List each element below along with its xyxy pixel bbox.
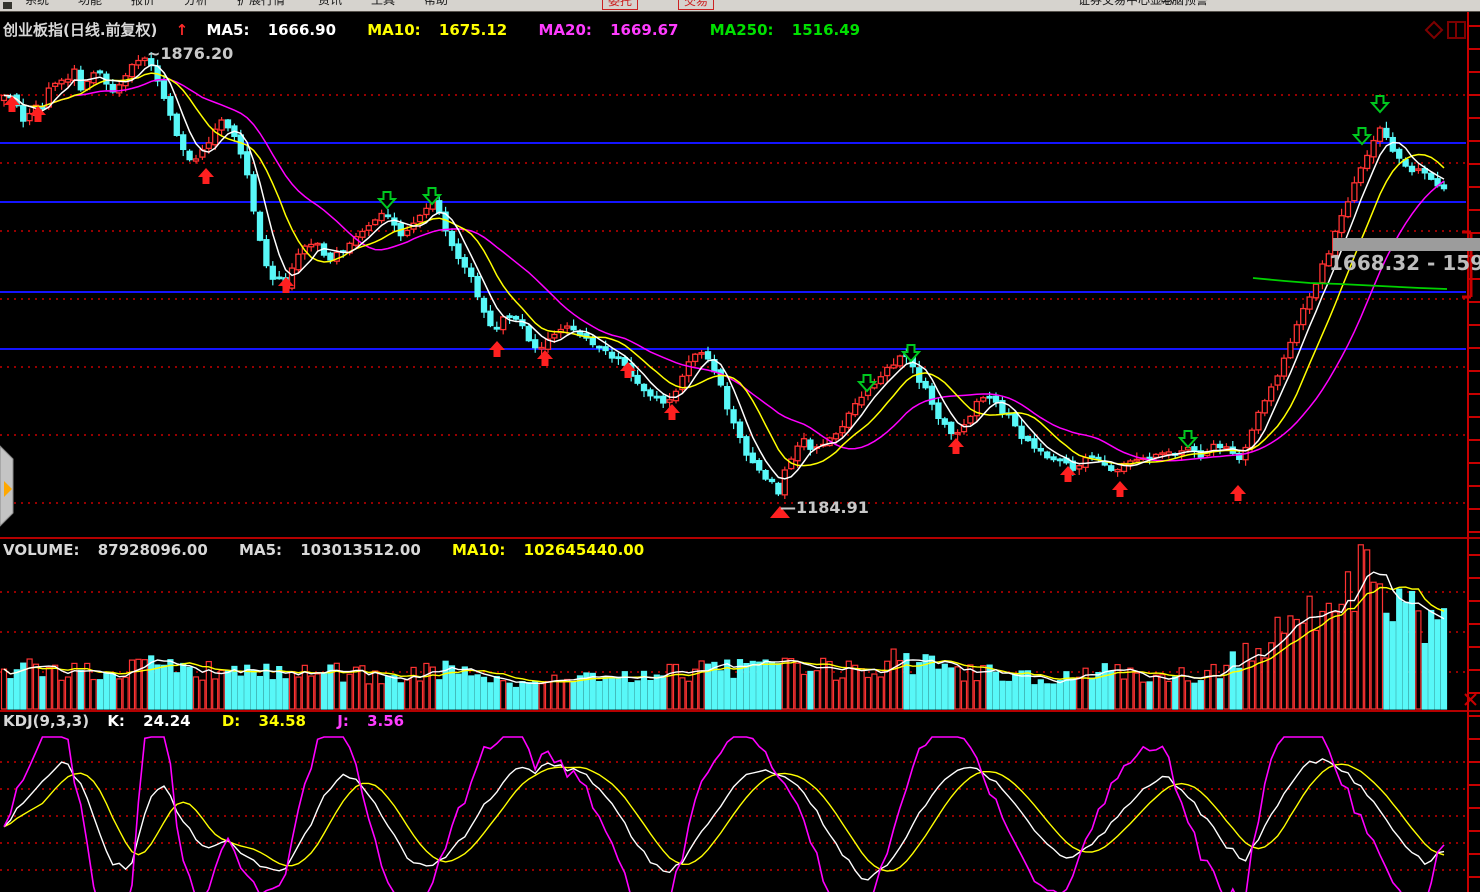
ma20-indicator: MA20: 1669.67 [538, 21, 691, 39]
kdj-k-value: K: 24.24 [107, 712, 203, 730]
app-icon[interactable] [3, 2, 12, 9]
main-chart[interactable] [0, 0, 1480, 892]
diamond-tool-icon[interactable] [1426, 22, 1442, 38]
range-tooltip-bar [1333, 238, 1480, 251]
sell-signal-arrow-icon [1372, 96, 1388, 112]
low-price-label: —1184.91 [780, 498, 869, 517]
menu-item-tools[interactable]: 工具 [371, 0, 395, 7]
menu-item-trade[interactable]: 交易 [678, 0, 714, 10]
kdj-j-value: J: 3.56 [337, 712, 417, 730]
kdj-label: KDJ(9,3,3) [3, 712, 89, 730]
sell-signal-arrow-icon [1354, 128, 1370, 144]
volume-ma10: MA10: 102645440.00 [452, 541, 657, 559]
menu-bar: 系统 功能 报价 分析 扩展行情 资讯 工具 帮助 委托 交易 证券交易中心显示… [0, 0, 1480, 12]
buy-signal-arrow-icon [664, 404, 680, 420]
menu-item-quotes[interactable]: 报价 [131, 0, 155, 7]
volume-ma5: MA5: 103013512.00 [239, 541, 434, 559]
volume-panel-header: VOLUME: 87928096.00 MA5: 103013512.00 MA… [3, 541, 670, 559]
menu-item-entrust[interactable]: 委托 [602, 0, 638, 10]
menu-item-function[interactable]: 功能 [78, 0, 102, 7]
menu-right-text-2: 电脑预警 [1160, 0, 1208, 7]
menu-item-news[interactable]: 资讯 [318, 0, 342, 7]
menu-item-help[interactable]: 帮助 [424, 0, 448, 7]
buy-signal-arrow-icon [1112, 481, 1128, 497]
sell-signal-arrow-icon [1180, 431, 1196, 447]
sell-signal-arrow-icon [903, 345, 919, 361]
stock-title: 创业板指(日线.前复权) [3, 21, 157, 39]
range-tooltip: 1668.32 - 1593.1 [1329, 251, 1480, 275]
volume-value: VOLUME: 87928096.00 [3, 541, 221, 559]
candles [2, 52, 1447, 499]
ma250-indicator: MA250: 1516.49 [710, 21, 873, 39]
buy-signal-arrow-icon [198, 168, 214, 184]
menu-item-analysis[interactable]: 分析 [184, 0, 208, 7]
sell-signal-arrow-icon [859, 375, 875, 391]
buy-signal-arrow-icon [537, 350, 553, 366]
menu-item-extended[interactable]: 扩展行情 [237, 0, 285, 7]
price-panel-header: 创业板指(日线.前复权) ↑ MA5: 1666.90 MA10: 1675.1… [3, 19, 886, 40]
volume-bars [2, 545, 1447, 709]
buy-signal-arrow-icon [489, 341, 505, 357]
ma5-indicator: MA5: 1666.90 [206, 21, 349, 39]
trading-app-window: { "menu": { "items": ["系统", "功能", "报价", … [0, 0, 1480, 892]
trend-up-icon: ↑ [176, 21, 189, 39]
kdj-panel-header: KDJ(9,3,3) K: 24.24 D: 34.58 J: 3.56 [3, 712, 430, 730]
menu-item-system[interactable]: 系统 [25, 0, 49, 7]
high-price-label: ~1876.20 [147, 44, 233, 63]
ma10-indicator: MA10: 1675.12 [367, 21, 520, 39]
kdj-d-value: D: 34.58 [222, 712, 319, 730]
sell-signal-arrow-icon [379, 192, 395, 208]
buy-signal-arrow-icon [1230, 485, 1246, 501]
buy-signal-arrow-icon [948, 438, 964, 454]
